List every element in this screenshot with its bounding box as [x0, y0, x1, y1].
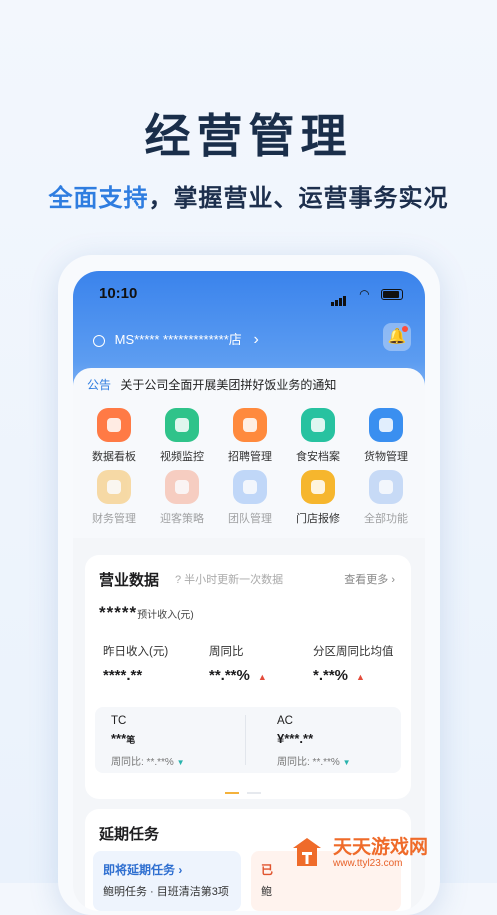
box-icon [369, 408, 403, 442]
trend-up-icon: ▲ [257, 672, 267, 682]
status-bar: 10:10 ◠ [99, 285, 403, 307]
grid-item-video[interactable]: 视频监控 [147, 408, 217, 464]
task-item-title: 已 [261, 863, 274, 877]
watermark-url: www.ttyl23.com [333, 858, 403, 869]
view-more-link[interactable]: 查看更多 › [344, 571, 395, 587]
grid-label: 门店报修 [296, 513, 340, 525]
function-panel: 公告 关于公司全面开展美团拼好饭业务的通知 数据看板 视频监控 招聘管理 食安档… [73, 368, 425, 538]
chevron-right-icon: › [253, 331, 259, 348]
metric-value: ****.** [103, 667, 143, 684]
ac-compare-text: 周同比: **.**% [277, 757, 340, 768]
hero-subtitle-rest: ，掌握营业、运营事务实况 [148, 185, 449, 212]
grid-item-finance[interactable]: 财务管理 [79, 470, 149, 526]
hero-subtitle: 全面支持，掌握营业、运营事务实况 [0, 178, 497, 213]
wifi-icon: ◠ [359, 287, 369, 301]
update-hint: ? 半小时更新一次数据 [175, 574, 284, 586]
announcement-text: 关于公司全面开展美团拼好饭业务的通知 [120, 378, 337, 392]
indicator-active [225, 792, 239, 794]
tc-label: TC [111, 715, 127, 727]
metric-number: **.**% [209, 667, 250, 684]
tc-ac-panel: TC ***笔 周同比: **.**% ▼ AC ¥***.** 周同比: **… [95, 707, 401, 773]
chart-icon [97, 408, 131, 442]
person-icon [233, 408, 267, 442]
metric-label: 分区周同比均值 [313, 646, 394, 658]
phone-screen: 10:10 ◠ MS***** *************店 › 🔔 公告 关于… [73, 271, 425, 911]
trend-down-icon: ▼ [176, 758, 185, 767]
estimate-income: *****预计收入(元) [99, 603, 194, 623]
grid-label: 食安档案 [296, 451, 340, 463]
business-data-card: 营业数据 ? 半小时更新一次数据 查看更多 › *****预计收入(元) 昨日收… [85, 555, 411, 799]
tc-compare: 周同比: **.**% ▼ [111, 753, 185, 768]
grid-item-team[interactable]: 团队管理 [215, 470, 285, 526]
hero-subtitle-highlight: 全面支持 [48, 185, 149, 212]
page-indicator [225, 781, 269, 799]
grid-item-all[interactable]: 全部功能 [351, 470, 421, 526]
grid-item-goods[interactable]: 货物管理 [351, 408, 421, 464]
grid-item-data-board[interactable]: 数据看板 [79, 408, 149, 464]
grid-label: 视频监控 [160, 451, 204, 463]
camera-icon [165, 408, 199, 442]
grid-item-recruit[interactable]: 招聘管理 [215, 408, 285, 464]
tc-compare-text: 周同比: **.**% [111, 757, 174, 768]
watermark: 天天游戏网 www.ttyl23.com [289, 830, 459, 876]
grid-item-food-safety[interactable]: 食安档案 [283, 408, 353, 464]
grid-icon [369, 470, 403, 504]
document-icon [301, 470, 335, 504]
grid-item-repair[interactable]: 门店报修 [283, 470, 353, 526]
user-icon [165, 470, 199, 504]
site-logo-icon [293, 838, 321, 866]
divider [245, 715, 246, 765]
task-title-text: 即将延期任务 [103, 863, 176, 877]
ac-value: ¥***.** [277, 731, 314, 746]
indicator [247, 792, 261, 794]
tc-value: ***笔 [111, 731, 135, 746]
grid-label: 数据看板 [92, 451, 136, 463]
phone-frame: 10:10 ◠ MS***** *************店 › 🔔 公告 关于… [58, 255, 440, 915]
grid-label: 全部功能 [364, 513, 408, 525]
grid-label: 招聘管理 [228, 451, 272, 463]
chevron-right-icon: › [178, 863, 183, 877]
file-icon [301, 408, 335, 442]
notification-bell-button[interactable]: 🔔 [383, 323, 411, 351]
signal-icon [331, 289, 347, 306]
tc-number: *** [111, 731, 127, 746]
grid-label: 财务管理 [92, 513, 136, 525]
ac-compare: 周同比: **.**% ▼ [277, 753, 351, 768]
metric-label: 周同比 [209, 646, 244, 658]
announcement-bar[interactable]: 公告 关于公司全面开展美团拼好饭业务的通知 [87, 376, 336, 393]
status-time: 10:10 [99, 285, 138, 302]
trend-down-icon: ▼ [342, 758, 351, 767]
tc-unit: 笔 [126, 735, 136, 745]
tasks-title: 延期任务 [99, 826, 160, 843]
task-item-text: 鲍明任务 · 目班清洁第3项 [103, 886, 229, 898]
coin-icon [97, 470, 131, 504]
team-icon [233, 470, 267, 504]
watermark-name: 天天游戏网 [333, 837, 429, 858]
task-item-title: 即将延期任务 › [103, 861, 182, 878]
task-item-upcoming[interactable]: 即将延期任务 › 鲍明任务 · 目班清洁第3项 [93, 851, 241, 911]
estimate-label: 预计收入(元) [137, 610, 194, 621]
ac-label: AC [277, 715, 293, 727]
metric-label: 昨日收入(元) [103, 646, 169, 658]
store-selector[interactable]: MS***** *************店 › [93, 329, 259, 349]
metric-value: **.**% ▲ [209, 667, 267, 684]
grid-item-welcome[interactable]: 迎客策略 [147, 470, 217, 526]
battery-icon [381, 289, 403, 300]
location-icon [93, 334, 105, 347]
metric-number: *.**% [313, 667, 349, 684]
grid-label: 迎客策略 [160, 513, 204, 525]
unread-dot [402, 326, 408, 332]
task-item-text: 鲍 [261, 886, 272, 898]
hero-title: 经营管理 [144, 110, 353, 162]
trend-up-icon: ▲ [356, 672, 365, 682]
grid-label: 货物管理 [364, 451, 408, 463]
grid-label: 团队管理 [228, 513, 272, 525]
store-name: MS***** *************店 [114, 332, 242, 347]
announcement-tag: 公告 [87, 378, 112, 392]
business-title: 营业数据 [99, 572, 160, 589]
estimate-value: ***** [99, 603, 138, 622]
metric-value: *.**% ▲ [313, 667, 365, 684]
